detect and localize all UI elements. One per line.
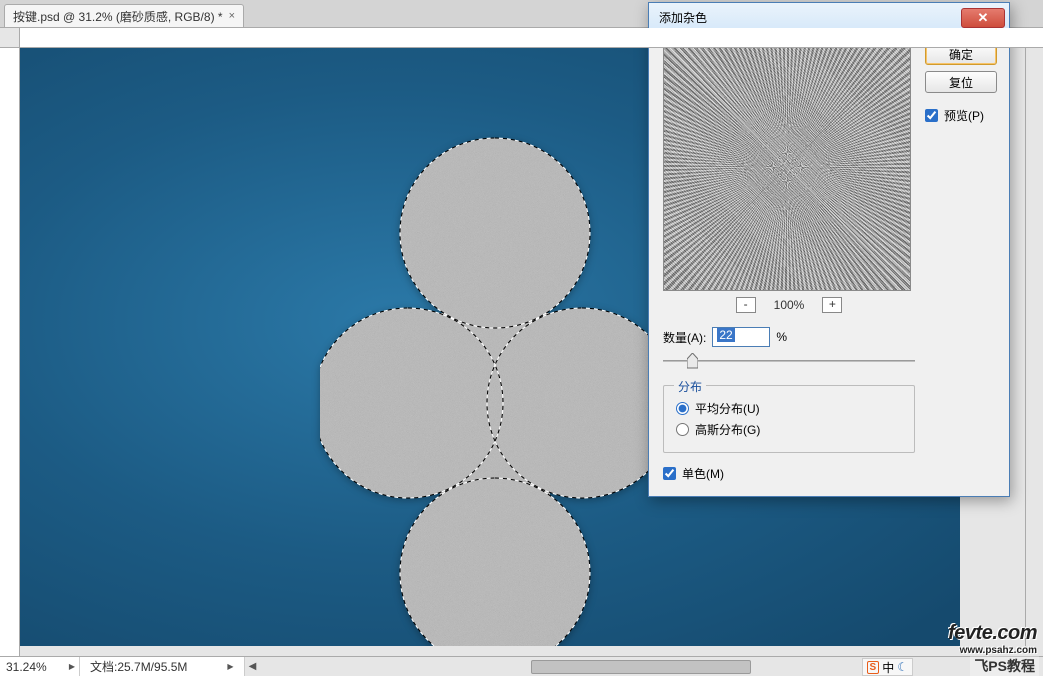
amount-unit: %	[776, 330, 787, 344]
preview-check-input[interactable]	[925, 109, 938, 122]
radio-gauss-label: 高斯分布(G)	[695, 421, 760, 438]
dialog-body: - 100% + 数量(A): 22 %	[649, 33, 1009, 496]
preview-box[interactable]	[663, 43, 911, 291]
close-icon[interactable]: ×	[229, 10, 235, 22]
moon-icon: ☾	[897, 660, 908, 674]
zoom-out-button[interactable]: -	[736, 297, 756, 313]
status-zoom[interactable]: 31.24% ▶	[0, 657, 80, 676]
amount-slider[interactable]	[663, 351, 915, 371]
chevron-right-icon[interactable]: ▶	[227, 662, 233, 671]
zoom-in-button[interactable]: +	[822, 297, 842, 313]
amount-value: 22	[717, 328, 734, 342]
ime-text: 中	[882, 659, 894, 676]
distribution-group: 分布 平均分布(U) 高斯分布(G)	[663, 385, 915, 453]
ime-indicator[interactable]: S 中 ☾	[862, 658, 913, 676]
app-root: 按键.psd @ 31.2% (磨砂质感, RGB/8) * ×	[0, 0, 1043, 676]
dialog-right-panel: 确定 复位 预览(P)	[925, 43, 997, 482]
ruler-corner	[0, 28, 20, 48]
clover-shape	[320, 133, 670, 646]
horizontal-scrollbar[interactable]: ◀	[245, 657, 1043, 676]
mono-check-input[interactable]	[663, 467, 676, 480]
radio-gauss[interactable]: 高斯分布(G)	[676, 421, 904, 438]
scroll-thumb[interactable]	[531, 660, 751, 674]
radio-uniform[interactable]: 平均分布(U)	[676, 400, 904, 417]
amount-row: 数量(A): 22 %	[663, 327, 915, 347]
preview-check-label: 预览(P)	[944, 107, 984, 124]
radio-uniform-input[interactable]	[676, 402, 689, 415]
slider-thumb[interactable]	[687, 353, 698, 369]
add-noise-dialog: 添加杂色 ✕ - 100% + 数量(A): 22	[648, 2, 1010, 497]
group-title: 分布	[674, 378, 706, 395]
ime-badge: S	[867, 661, 880, 674]
scroll-left-icon[interactable]: ◀	[245, 661, 261, 672]
document-tab[interactable]: 按键.psd @ 31.2% (磨砂质感, RGB/8) * ×	[4, 4, 244, 27]
close-button[interactable]: ✕	[961, 8, 1005, 28]
mono-check-label: 单色(M)	[682, 465, 724, 482]
chevron-right-icon[interactable]: ▶	[69, 662, 75, 671]
preview-zoom-row: - 100% +	[663, 297, 915, 313]
radio-uniform-label: 平均分布(U)	[695, 400, 760, 417]
dialog-title: 添加杂色	[659, 9, 961, 26]
close-icon: ✕	[978, 10, 989, 26]
vertical-scrollbar[interactable]	[1025, 48, 1043, 646]
amount-input[interactable]: 22	[712, 327, 770, 347]
mono-check[interactable]: 单色(M)	[663, 465, 915, 482]
ruler-vertical[interactable]	[0, 28, 20, 656]
document-tab-label: 按键.psd @ 31.2% (磨砂质感, RGB/8) *	[13, 8, 223, 25]
status-zoom-value: 31.24%	[6, 660, 47, 674]
ruler-horizontal[interactable]	[0, 28, 1043, 48]
status-doc-label: 文档:25.7M/95.5M	[90, 658, 187, 675]
status-doc-info[interactable]: 文档:25.7M/95.5M ▶	[80, 657, 245, 676]
dialog-left-panel: - 100% + 数量(A): 22 %	[663, 43, 915, 482]
preview-noise-image	[664, 44, 910, 290]
radio-gauss-input[interactable]	[676, 423, 689, 436]
preview-check[interactable]: 预览(P)	[925, 107, 997, 124]
zoom-value: 100%	[774, 298, 805, 312]
slider-track	[663, 360, 915, 362]
reset-button[interactable]: 复位	[925, 71, 997, 93]
amount-label: 数量(A):	[663, 329, 706, 346]
